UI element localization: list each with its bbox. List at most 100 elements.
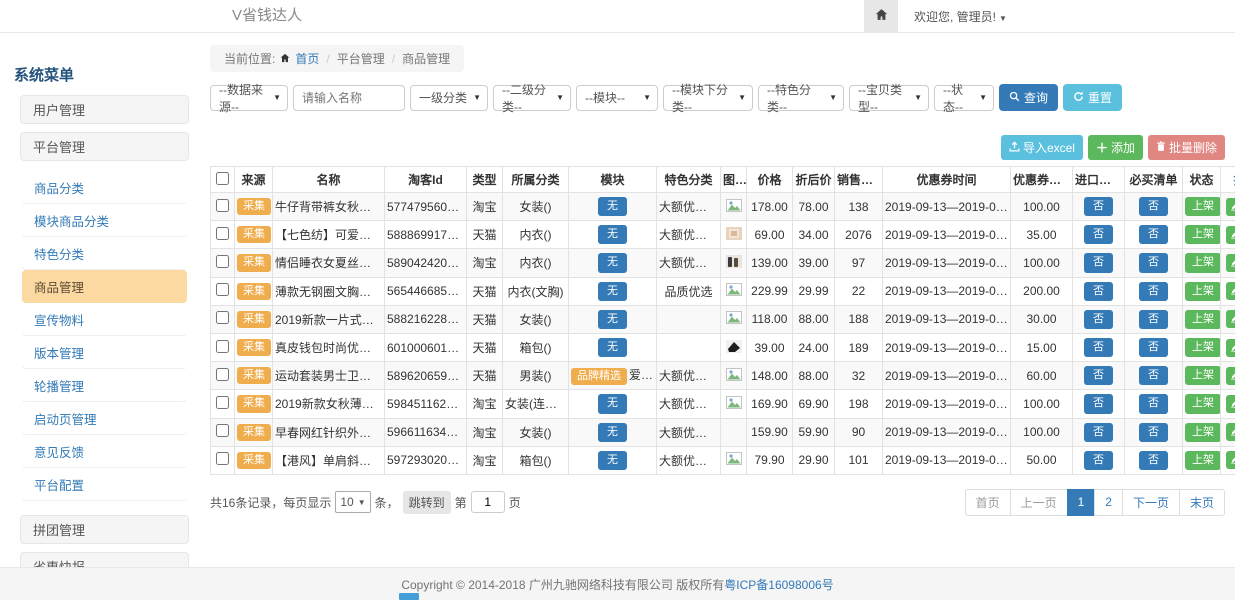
module-badge[interactable]: 无	[598, 394, 627, 413]
select-all-checkbox[interactable]	[216, 172, 229, 185]
edit-button[interactable]	[1226, 226, 1235, 244]
query-button[interactable]: 查询	[999, 84, 1058, 111]
import-select-toggle[interactable]: 否	[1084, 197, 1113, 216]
status-badge[interactable]: 上架	[1185, 225, 1221, 244]
page-button[interactable]: 首页	[965, 489, 1011, 516]
module-badge[interactable]: 无	[598, 310, 627, 329]
import-select-toggle[interactable]: 否	[1084, 394, 1113, 413]
add-button[interactable]: ＋ 添加	[1088, 135, 1143, 160]
import-select-toggle[interactable]: 否	[1084, 451, 1113, 470]
must-buy-toggle[interactable]: 否	[1139, 197, 1168, 216]
module-badge[interactable]: 品牌精选	[571, 368, 627, 385]
module-badge[interactable]: 无	[598, 282, 627, 301]
select-special-category[interactable]: --特色分类--▼	[758, 85, 844, 111]
edit-button[interactable]	[1226, 310, 1235, 328]
edit-button[interactable]	[1226, 198, 1235, 216]
select-status[interactable]: --状态--▼	[934, 85, 994, 111]
import-select-toggle[interactable]: 否	[1084, 282, 1113, 301]
must-buy-toggle[interactable]: 否	[1139, 253, 1168, 272]
must-buy-toggle[interactable]: 否	[1139, 310, 1168, 329]
edit-button[interactable]	[1226, 423, 1235, 441]
must-buy-toggle[interactable]: 否	[1139, 338, 1168, 357]
must-buy-toggle[interactable]: 否	[1139, 423, 1168, 442]
must-buy-toggle[interactable]: 否	[1139, 225, 1168, 244]
sidebar-item[interactable]: 商品分类	[22, 171, 187, 204]
must-buy-toggle[interactable]: 否	[1139, 451, 1168, 470]
status-badge[interactable]: 上架	[1185, 366, 1221, 385]
page-button[interactable]: 1	[1067, 489, 1096, 516]
status-badge[interactable]: 上架	[1185, 197, 1221, 216]
row-checkbox[interactable]	[216, 396, 229, 409]
row-checkbox[interactable]	[216, 368, 229, 381]
row-checkbox[interactable]	[216, 311, 229, 324]
row-checkbox[interactable]	[216, 424, 229, 437]
select-item-type[interactable]: --宝贝类型--▼	[849, 85, 929, 111]
sidebar-group[interactable]: 拼团管理	[20, 515, 189, 544]
sidebar-item[interactable]: 意见反馈	[22, 435, 187, 468]
must-buy-toggle[interactable]: 否	[1139, 394, 1168, 413]
import-select-toggle[interactable]: 否	[1084, 423, 1113, 442]
page-number-input[interactable]	[471, 491, 505, 513]
name-search-input[interactable]	[293, 85, 405, 111]
status-badge[interactable]: 上架	[1185, 338, 1221, 357]
must-buy-toggle[interactable]: 否	[1139, 366, 1168, 385]
import-select-toggle[interactable]: 否	[1084, 338, 1113, 357]
sidebar-item[interactable]: 特色分类	[22, 237, 187, 270]
page-button[interactable]: 上一页	[1010, 489, 1068, 516]
module-badge[interactable]: 无	[598, 253, 627, 272]
select-module[interactable]: --模块--▼	[576, 85, 658, 111]
row-checkbox[interactable]	[216, 227, 229, 240]
module-badge[interactable]: 无	[598, 423, 627, 442]
module-badge[interactable]: 无	[598, 451, 627, 470]
user-menu[interactable]: 欢迎您, 管理员!▼	[914, 8, 1007, 25]
select-level2-category[interactable]: --二级分类--▼	[493, 85, 571, 111]
row-checkbox[interactable]	[216, 283, 229, 296]
import-select-toggle[interactable]: 否	[1084, 310, 1113, 329]
status-badge[interactable]: 上架	[1185, 253, 1221, 272]
sidebar-item[interactable]: 轮播管理	[22, 369, 187, 402]
sidebar-group-platform[interactable]: 平台管理	[20, 132, 189, 161]
sidebar-item[interactable]: 平台配置	[22, 468, 187, 501]
edit-button[interactable]	[1226, 282, 1235, 300]
home-button[interactable]	[864, 0, 898, 32]
sidebar-group[interactable]: 省惠快报	[20, 552, 189, 567]
select-data-source[interactable]: --数据来源--▼	[210, 85, 288, 111]
must-buy-toggle[interactable]: 否	[1139, 282, 1168, 301]
per-page-select[interactable]: 10▼	[335, 491, 370, 513]
breadcrumb-home-link[interactable]: 首页	[295, 50, 319, 67]
row-checkbox[interactable]	[216, 340, 229, 353]
status-badge[interactable]: 上架	[1185, 282, 1221, 301]
edit-button[interactable]	[1226, 254, 1235, 272]
sidebar-item[interactable]: 版本管理	[22, 336, 187, 369]
page-button[interactable]: 末页	[1179, 489, 1225, 516]
import-excel-button[interactable]: 导入excel	[1001, 135, 1083, 160]
select-level1-category[interactable]: 一级分类▼	[410, 85, 488, 111]
page-button[interactable]: 2	[1094, 489, 1123, 516]
icp-link[interactable]: 粤ICP备16098006号	[724, 578, 833, 592]
import-select-toggle[interactable]: 否	[1084, 366, 1113, 385]
status-badge[interactable]: 上架	[1185, 423, 1221, 442]
module-badge[interactable]: 无	[598, 225, 627, 244]
edit-button[interactable]	[1226, 339, 1235, 357]
import-select-toggle[interactable]: 否	[1084, 225, 1113, 244]
row-checkbox[interactable]	[216, 452, 229, 465]
edit-button[interactable]	[1226, 367, 1235, 385]
batch-delete-button[interactable]: 批量删除	[1148, 135, 1225, 160]
row-checkbox[interactable]	[216, 199, 229, 212]
sidebar-item[interactable]: 宣传物料	[22, 303, 187, 336]
module-badge[interactable]: 无	[598, 197, 627, 216]
edit-button[interactable]	[1226, 395, 1235, 413]
sidebar-item[interactable]: 模块商品分类	[22, 204, 187, 237]
status-badge[interactable]: 上架	[1185, 394, 1221, 413]
edit-button[interactable]	[1226, 451, 1235, 469]
sidebar-item[interactable]: 商品管理	[22, 270, 187, 303]
sidebar-item[interactable]: 启动页管理	[22, 402, 187, 435]
module-badge[interactable]: 无	[598, 338, 627, 357]
sidebar-group-users[interactable]: 用户管理	[20, 95, 189, 124]
status-badge[interactable]: 上架	[1185, 451, 1221, 470]
status-badge[interactable]: 上架	[1185, 310, 1221, 329]
page-button[interactable]: 下一页	[1122, 489, 1180, 516]
select-module-subcategory[interactable]: --模块下分类--▼	[663, 85, 753, 111]
reset-button[interactable]: 重置	[1063, 84, 1122, 111]
import-select-toggle[interactable]: 否	[1084, 253, 1113, 272]
